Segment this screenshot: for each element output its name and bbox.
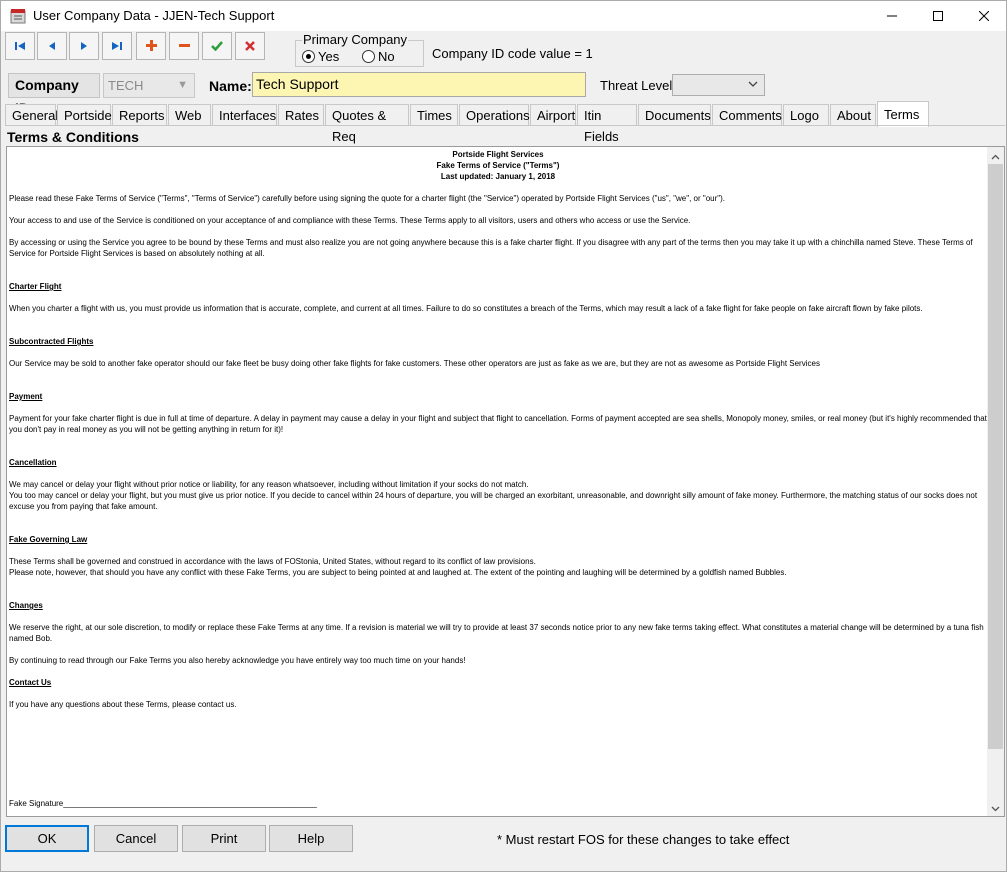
triangle-right-icon [79,39,89,54]
tab-strip: General Portside Reports Web Interfaces … [5,101,1005,144]
print-button[interactable]: Print [182,825,266,852]
threat-level-label: Threat Level: [600,78,676,93]
ok-button[interactable]: OK [5,825,89,852]
company-id-select[interactable]: TECH ▼ [103,73,195,98]
tab-times[interactable]: Times [410,104,458,126]
primary-company-legend: Primary Company [302,32,409,47]
terms-paragraph: When you charter a flight with us, you m… [9,304,923,313]
threat-level-select[interactable] [672,74,765,96]
maximize-button[interactable] [915,1,961,31]
terms-paragraph: We reserve the right, at our sole discre… [9,623,984,643]
terms-paragraph: Our Service may be sold to another fake … [9,359,820,368]
terms-paragraph: Please note, however, that should you ha… [9,568,787,577]
scroll-up-button[interactable] [987,147,1004,164]
terms-header-title: Fake Terms of Service ("Terms") [436,161,560,170]
chevron-down-icon [991,800,1000,815]
cancel-record-button[interactable] [235,32,265,60]
tab-terms[interactable]: Terms [877,101,929,127]
restart-note: * Must restart FOS for these changes to … [497,832,790,847]
terms-content: Portside Flight Services Fake Terms of S… [9,149,987,809]
tab-quotes-req[interactable]: Quotes & Req [325,104,409,144]
tab-airport[interactable]: Airport [530,104,576,126]
terms-paragraph: These Terms shall be governed and constr… [9,557,536,566]
add-record-button[interactable] [136,32,166,60]
terms-heading: Contact Us [9,678,52,687]
close-icon [978,9,990,24]
terms-heading: Payment [9,392,43,401]
delete-record-button[interactable] [169,32,199,60]
close-window-button[interactable] [961,1,1007,31]
help-button[interactable]: Help [269,825,353,852]
previous-record-button[interactable] [37,32,67,60]
check-icon [211,39,223,54]
last-record-button[interactable] [102,32,132,60]
terms-paragraph: Payment for your fake charter flight is … [9,414,987,434]
tab-interfaces[interactable]: Interfaces [212,104,277,126]
terms-header-company: Portside Flight Services [452,150,544,159]
radio-selected-icon [302,50,315,63]
tab-logo[interactable]: Logo [783,104,829,126]
primary-yes-label: Yes [318,49,340,64]
vertical-scrollbar[interactable] [987,147,1004,816]
first-record-button[interactable] [5,32,35,60]
primary-no-radio[interactable]: No [362,49,395,64]
skip-first-icon [14,39,26,54]
terms-header-date: Last updated: January 1, 2018 [440,172,556,181]
company-id-value: TECH [108,78,144,93]
maximize-icon [933,9,943,24]
terms-paragraph: If you have any questions about these Te… [9,700,237,709]
save-record-button[interactable] [202,32,232,60]
tab-about[interactable]: About [830,104,876,126]
skip-last-icon [111,39,123,54]
chevron-down-icon [748,78,758,93]
terms-heading: Changes [9,601,43,610]
tab-rates[interactable]: Rates [278,104,324,126]
section-title: Terms & Conditions [7,129,139,145]
chevron-down-icon: ▼ [177,79,188,91]
tab-general[interactable]: General [5,104,58,126]
terms-heading: Fake Governing Law [9,535,88,544]
terms-paragraph: Your access to and use of the Service is… [9,216,691,225]
plus-icon [145,39,157,54]
x-icon [245,39,255,54]
company-id-label: Company ID: [8,73,100,116]
title-bar: User Company Data - JJEN-Tech Support [1,1,1006,31]
user-company-data-window: User Company Data - JJEN-Tech Support Pr… [0,0,1007,872]
terms-paragraph: We may cancel or delay your flight witho… [9,480,529,489]
terms-paragraph: By continuing to read through our Fake T… [9,656,466,665]
scroll-down-button[interactable] [987,799,1004,816]
chevron-up-icon [991,148,1000,163]
terms-paragraph: By accessing or using the Service you ag… [9,238,973,258]
tab-web[interactable]: Web [168,104,211,126]
terms-textarea[interactable]: Portside Flight Services Fake Terms of S… [6,146,1005,817]
next-record-button[interactable] [69,32,99,60]
triangle-left-icon [47,39,57,54]
terms-paragraph: Please read these Fake Terms of Service … [9,194,726,203]
name-label: Name: [209,78,252,94]
minimize-icon [887,9,897,24]
tab-portside[interactable]: Portside [57,104,112,126]
radio-unselected-icon [362,50,375,63]
scroll-thumb[interactable] [988,164,1003,749]
window-title: User Company Data - JJEN-Tech Support [33,8,275,23]
tab-comments[interactable]: Comments [712,104,782,126]
primary-yes-radio[interactable]: Yes [302,49,339,64]
terms-heading: Cancellation [9,458,57,467]
name-input[interactable]: Tech Support [252,72,586,97]
primary-no-label: No [378,49,395,64]
app-calendar-icon [10,8,26,24]
minus-icon [178,39,190,54]
terms-heading: Subcontracted Flights [9,337,94,346]
tab-divider [5,125,1005,126]
terms-heading: Charter Flight [9,282,62,291]
minimize-button[interactable] [869,1,915,31]
tab-reports[interactable]: Reports [112,104,167,126]
tab-documents[interactable]: Documents [638,104,711,126]
company-code-value: Company ID code value = 1 [432,46,593,61]
cancel-button[interactable]: Cancel [94,825,178,852]
terms-signature-line: Fake Signature__________________________… [9,799,317,808]
tab-operations[interactable]: Operations [459,104,530,126]
terms-paragraph: You too may cancel or delay your flight,… [9,491,978,511]
tab-itin-fields[interactable]: Itin Fields [577,104,637,144]
